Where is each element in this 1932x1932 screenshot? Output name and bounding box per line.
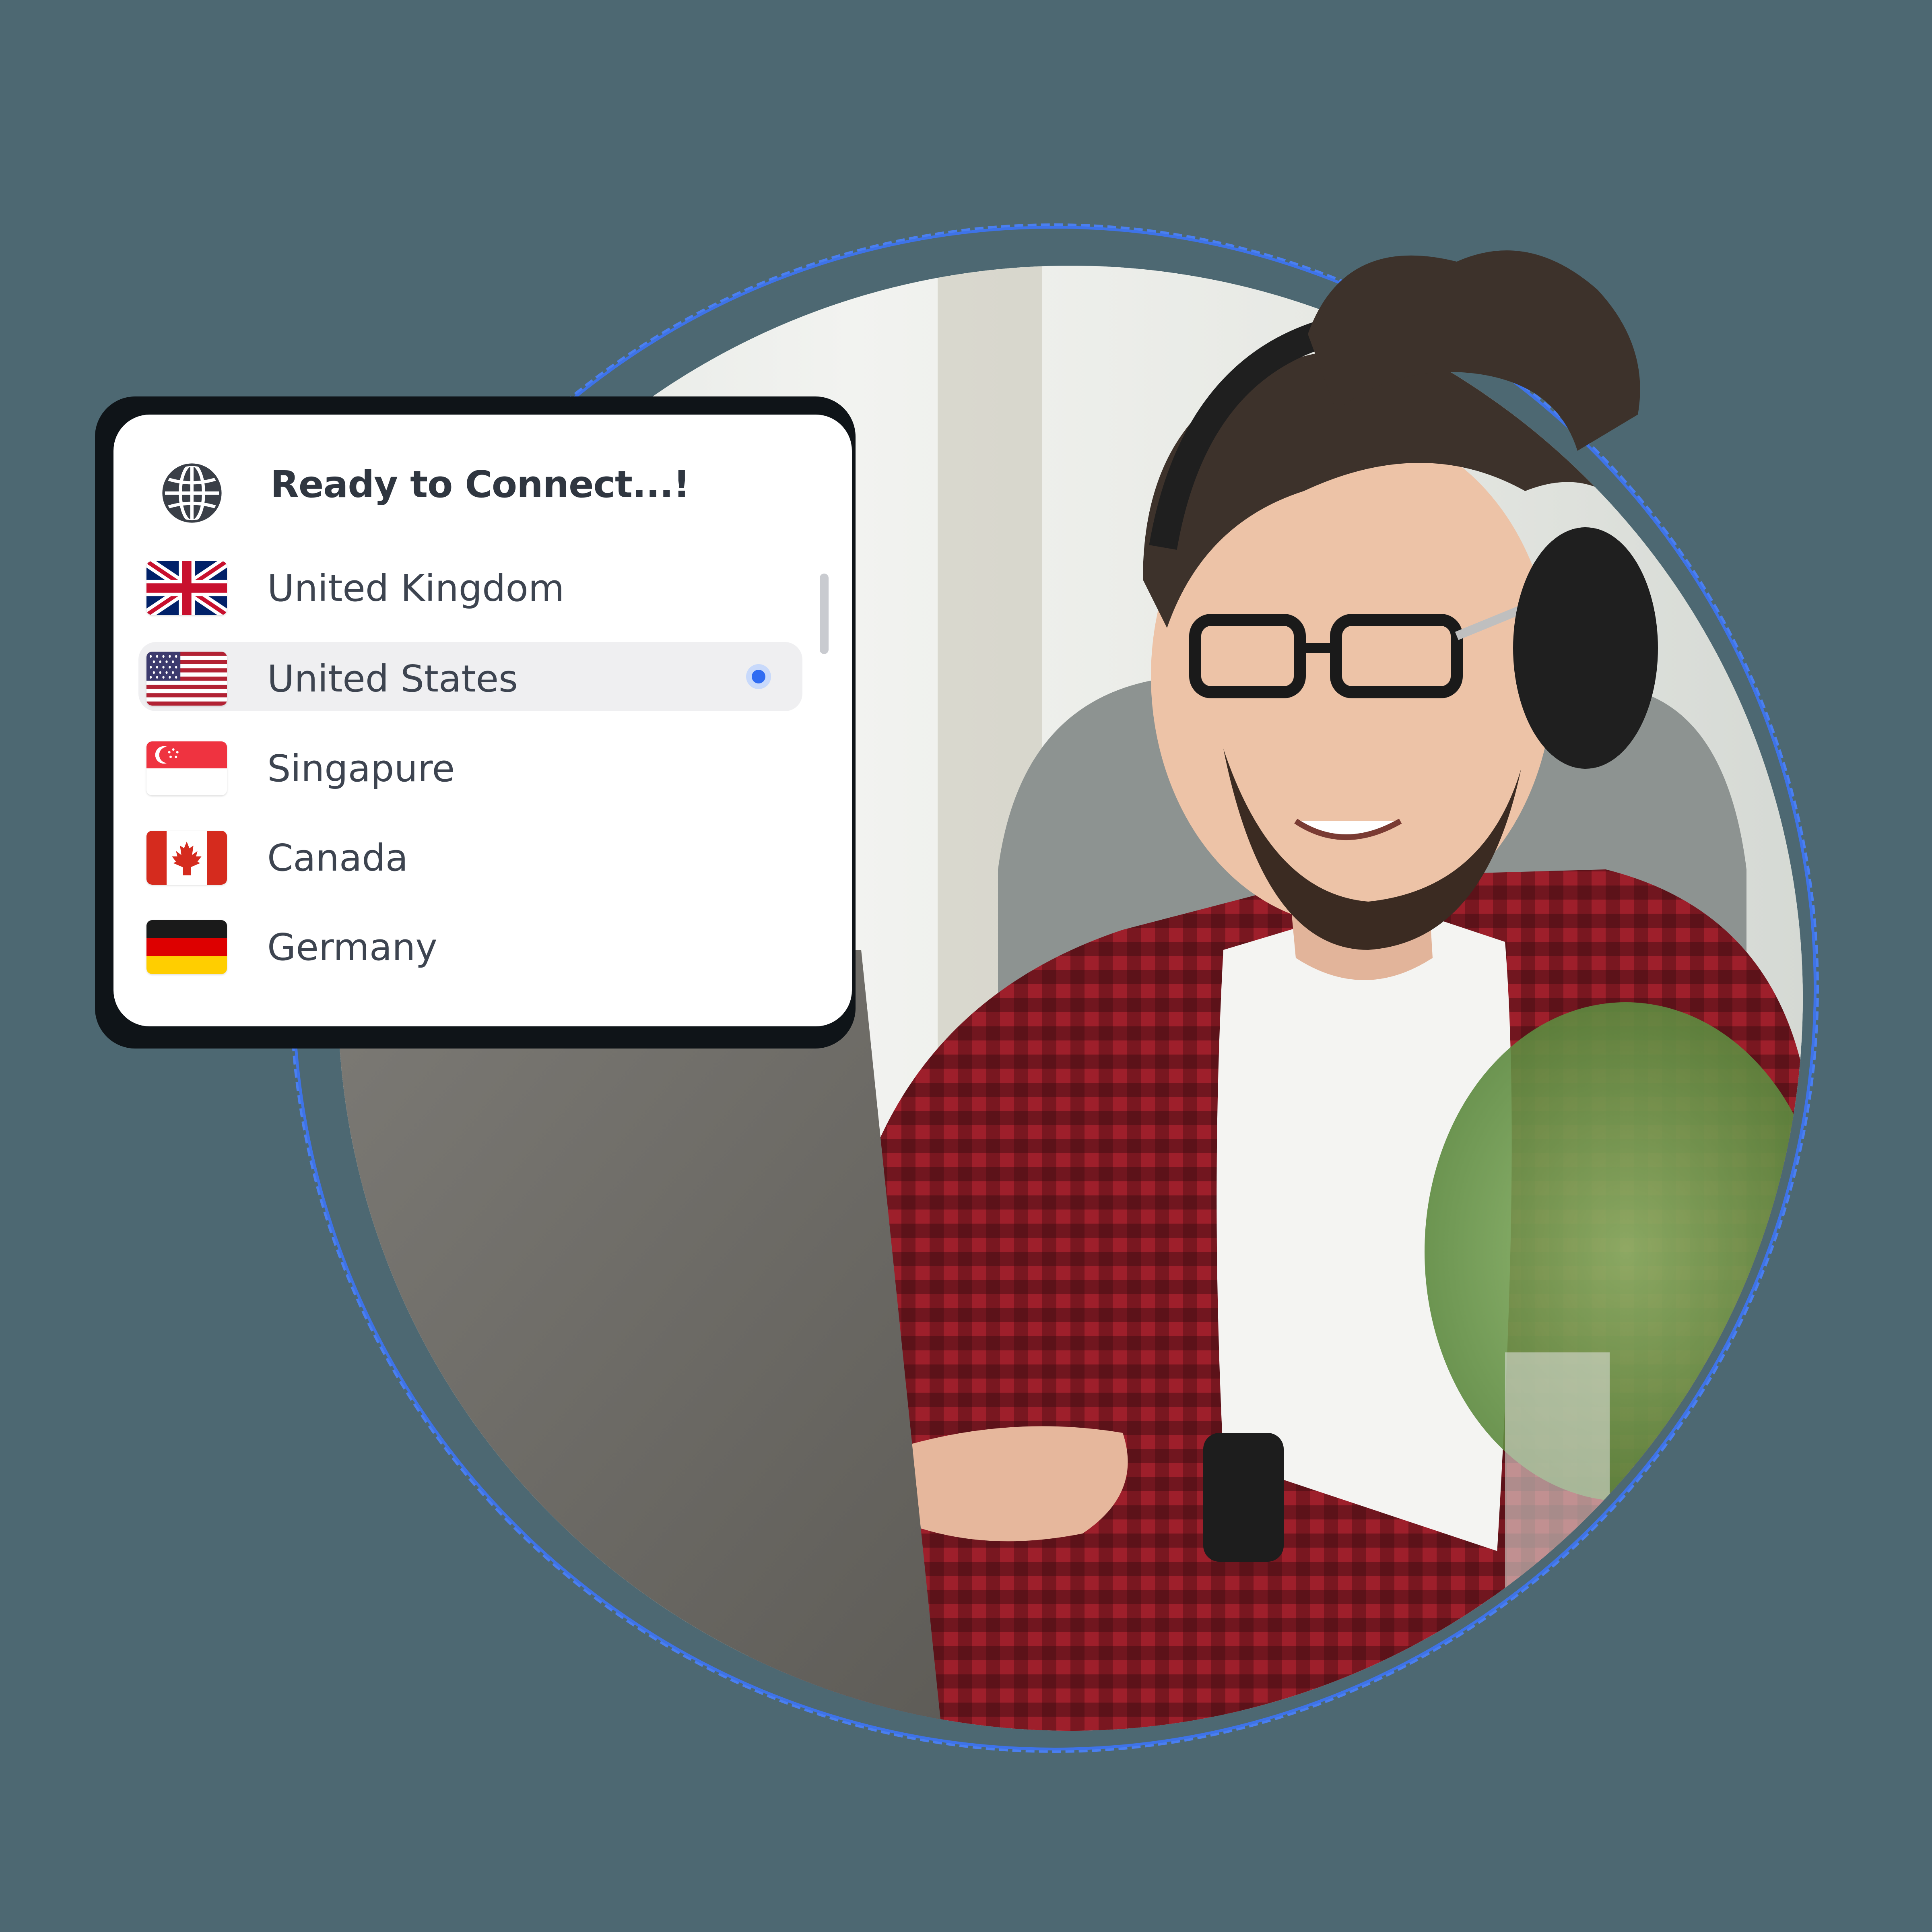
us-flag-icon	[146, 652, 227, 706]
country-name: Germany	[267, 926, 437, 969]
uk-flag-icon	[146, 561, 227, 615]
country-item-singapore[interactable]: Singapure	[138, 732, 802, 801]
hero-illustration: Ready to Connect...! United Kingdom Unit…	[0, 0, 1932, 1932]
country-name: Singapure	[267, 747, 455, 790]
card-header	[160, 457, 224, 529]
canada-flag-icon	[146, 831, 227, 885]
scrollbar[interactable]	[820, 574, 829, 654]
globe-icon	[162, 463, 222, 523]
country-item-united-kingdom[interactable]: United Kingdom	[138, 551, 802, 621]
country-name: United States	[267, 657, 518, 700]
country-item-canada[interactable]: Canada	[138, 821, 802, 890]
card-title: Ready to Connect...!	[270, 463, 690, 506]
hair-overflow-shape	[1308, 250, 1640, 451]
singapore-flag-icon	[146, 741, 227, 795]
country-name: Canada	[267, 836, 408, 879]
country-item-germany[interactable]: Germany	[138, 910, 802, 980]
selected-radio-indicator[interactable]	[746, 664, 771, 689]
country-item-united-states[interactable]: United States	[138, 642, 802, 711]
vpn-location-card: Ready to Connect...! United Kingdom Unit…	[113, 415, 852, 1026]
germany-flag-icon	[146, 920, 227, 974]
country-name: United Kingdom	[267, 567, 565, 610]
